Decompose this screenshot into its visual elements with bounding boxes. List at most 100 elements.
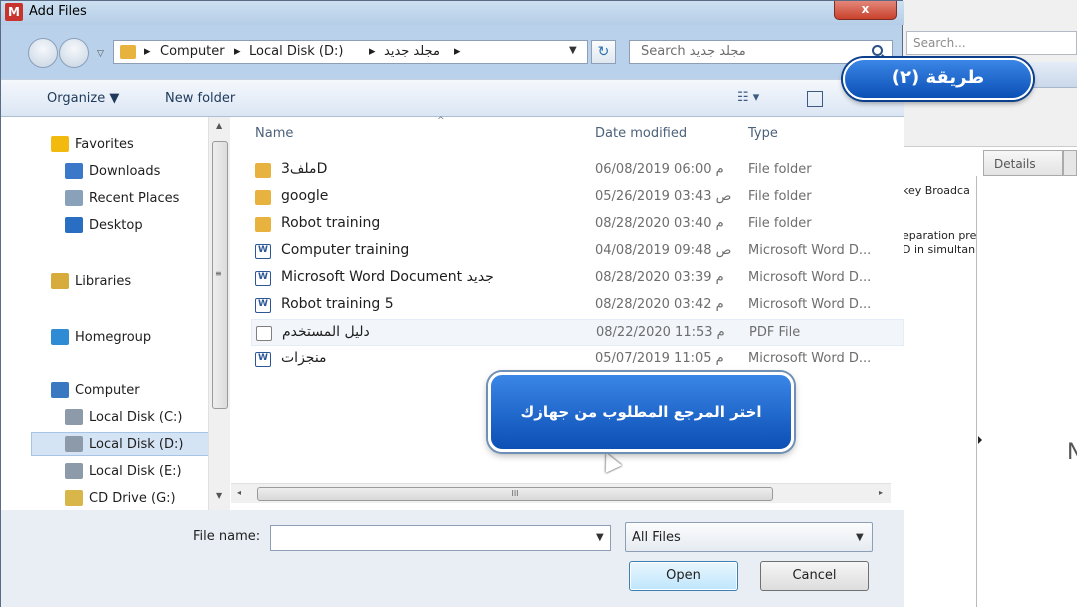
organize-menu[interactable]: Organize ▼	[47, 91, 119, 106]
file-date-modified: 04/08/2019 09:48 ص	[595, 243, 732, 258]
word-doc-icon	[255, 352, 271, 367]
file-type-dropdown-icon[interactable]: ▼	[856, 532, 864, 543]
column-header-date-modified[interactable]: Date modified	[595, 126, 687, 141]
sidebar-item-label: CD Drive (G:)	[89, 490, 176, 506]
background-snippet: key Broadca	[902, 184, 970, 197]
file-name-label: File name:	[193, 529, 261, 544]
breadcrumb-separator-icon[interactable]: ▸	[234, 44, 241, 59]
file-name: دليل المستخدم	[282, 324, 370, 340]
file-row[interactable]: Robot training 08/28/2020 03:40 م File fol…	[251, 211, 904, 238]
file-row[interactable]: Computer training 04/08/2019 09:48 ص Micro…	[251, 238, 904, 265]
sidebar-item-label: Recent Places	[89, 190, 180, 206]
open-button[interactable]: Open	[629, 561, 738, 591]
scroll-up-icon[interactable]: ▲	[216, 121, 222, 130]
sidebar-item-label: Favorites	[75, 136, 134, 152]
sidebar-item[interactable]: Local Disk (E:)	[65, 463, 182, 479]
refresh-button[interactable]: ↻	[591, 40, 616, 64]
breadcrumb-separator-icon[interactable]: ▸	[144, 44, 151, 59]
back-button[interactable]	[28, 38, 58, 68]
breadcrumb-new-folder[interactable]: مجلد جديد	[384, 44, 440, 59]
file-date-modified: 08/28/2020 03:40 م	[595, 216, 724, 231]
file-row[interactable]: google 05/26/2019 03:43 ص File folder	[251, 184, 904, 211]
column-header-type[interactable]: Type	[748, 126, 778, 141]
drive-c-icon	[65, 409, 83, 425]
preview-pane-icon[interactable]	[807, 91, 823, 107]
scroll-down-icon[interactable]: ▼	[216, 491, 222, 500]
scroll-right-icon[interactable]: ▸	[879, 488, 883, 497]
sidebar-item[interactable]: Homegroup	[51, 329, 151, 345]
sidebar-item[interactable]: Libraries	[51, 273, 131, 289]
computer-icon	[51, 382, 69, 398]
background-snippet: eparation pre	[902, 229, 976, 242]
breadcrumb-computer[interactable]: Computer	[160, 44, 225, 59]
breadcrumb-local-disk-d[interactable]: Local Disk (D:)	[249, 44, 343, 59]
file-date-modified: 05/07/2019 11:05 م	[595, 351, 724, 366]
sidebar-item[interactable]: Desktop	[65, 217, 143, 233]
recent-places-icon	[65, 190, 83, 206]
folder-icon	[255, 217, 271, 232]
scroll-grip-icon: ≡	[215, 269, 222, 278]
new-folder-button[interactable]: New folder	[165, 91, 235, 106]
file-row[interactable]: ملف3D 06/08/2019 06:00 م File folder	[251, 157, 904, 184]
word-doc-icon	[255, 298, 271, 313]
navigation-scrollbar[interactable]: ▲ ≡ ▼	[208, 117, 230, 510]
file-type: Microsoft Word D...	[748, 297, 872, 312]
title-bar[interactable]: M Add Files x	[1, 1, 904, 25]
horizontal-scroll-thumb[interactable]: III	[257, 487, 773, 501]
desktop-icon	[65, 217, 83, 233]
sidebar-item[interactable]: Computer	[51, 382, 140, 398]
sidebar-item[interactable]: Downloads	[65, 163, 160, 179]
address-bar[interactable]: ▸ Computer ▸ Local Disk (D:) ▸ مجلد جديد…	[113, 40, 588, 64]
view-options-icon[interactable]: ☷ ▾	[737, 90, 759, 105]
file-name-field[interactable]: ▼	[270, 525, 611, 551]
file-type: File folder	[748, 189, 812, 204]
file-row[interactable]: Robot training 5 08/28/2020 03:42 م Micros…	[251, 292, 904, 319]
cancel-button[interactable]: Cancel	[760, 561, 869, 591]
sidebar-item[interactable]: CD Drive (G:)	[65, 490, 176, 506]
forward-button[interactable]	[59, 38, 89, 68]
background-search-input[interactable]: Search...	[906, 31, 1077, 55]
file-name: google	[281, 188, 329, 204]
file-date-modified: 08/22/2020 11:53 م	[596, 325, 725, 340]
background-content-pane	[900, 146, 1077, 607]
file-row[interactable]: Microsoft Word Document جديد 08/28/2020 0…	[251, 265, 904, 292]
mouse-cursor-icon	[598, 449, 622, 473]
horizontal-scrollbar[interactable]: ◂ III ▸	[231, 483, 891, 503]
breadcrumb-separator-icon[interactable]: ▸	[454, 44, 461, 59]
sidebar-item[interactable]: Local Disk (C:)	[65, 409, 182, 425]
tab-next[interactable]	[1063, 150, 1077, 176]
address-row: ▽ ▸ Computer ▸ Local Disk (D:) ▸ مجلد جد…	[1, 25, 904, 79]
method-badge: طريقة (٢)	[843, 58, 1033, 100]
tab-details[interactable]: Details	[983, 150, 1063, 176]
expand-arrow-icon[interactable]	[978, 436, 982, 444]
file-row[interactable]: دليل المستخدم 08/22/2020 11:53 م PDF File	[251, 319, 904, 346]
sidebar-item[interactable]: Favorites	[51, 136, 134, 152]
word-doc-icon	[255, 244, 271, 259]
recent-pages-chevron-icon[interactable]: ▽	[97, 49, 104, 59]
close-button[interactable]: x	[834, 1, 897, 20]
file-type-select[interactable]: All Files ▼	[625, 522, 873, 552]
sidebar-item[interactable]: Local Disk (D:)	[65, 436, 183, 452]
sidebar-item-label: Local Disk (C:)	[89, 409, 183, 425]
file-date-modified: 06/08/2019 06:00 م	[595, 162, 724, 177]
search-placeholder: Search مجلد جديد	[641, 44, 746, 59]
file-name: منجزات	[281, 350, 327, 366]
downloads-folder-icon	[65, 163, 83, 179]
file-name-dropdown-icon[interactable]: ▼	[596, 532, 604, 543]
sidebar-item[interactable]: Recent Places	[65, 190, 179, 206]
sidebar-item-label: Libraries	[75, 273, 132, 289]
sidebar-item-label: Computer	[75, 382, 140, 398]
dialog-footer: File name: ▼ All Files ▼ Open Cancel	[1, 510, 904, 607]
search-icon[interactable]	[872, 45, 883, 56]
file-name: Microsoft Word Document جديد	[281, 269, 494, 285]
word-doc-icon	[255, 271, 271, 286]
address-dropdown-icon[interactable]: ▼	[569, 45, 577, 56]
scroll-left-icon[interactable]: ◂	[237, 488, 241, 497]
file-type: File folder	[748, 216, 812, 231]
file-row[interactable]: منجزات 05/07/2019 11:05 م Microsoft Word D…	[251, 346, 904, 373]
breadcrumb-separator-icon[interactable]: ▸	[369, 44, 376, 59]
file-date-modified: 08/28/2020 03:42 م	[595, 297, 724, 312]
column-header-name[interactable]: Name	[255, 126, 293, 141]
file-type: PDF File	[749, 325, 801, 340]
file-name: Robot training	[281, 215, 381, 231]
